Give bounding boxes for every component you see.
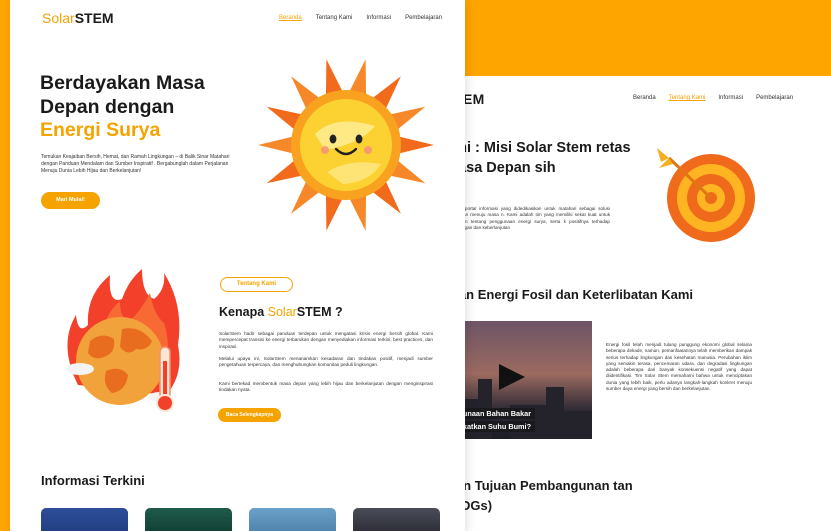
news-thumbnail[interactable] xyxy=(353,508,440,531)
logo-solar: Solar xyxy=(42,10,75,26)
latest-info-title: Informasi Terkini xyxy=(41,473,145,488)
home-page-card: SolarSTEM Beranda Tentang Kami Informasi… xyxy=(10,0,465,531)
read-more-button[interactable]: Baca Selengkapnya xyxy=(218,408,281,422)
back-nav-informasi[interactable]: Informasi xyxy=(718,95,743,101)
about-page-card: EM Beranda Tentang Kami Informasi Pembel… xyxy=(430,76,831,531)
back-nav-pembelajaran[interactable]: Pembelajaran xyxy=(756,95,793,101)
burning-earth-icon xyxy=(66,269,180,412)
about-paragraph-2: Melalui upaya ini, SolarStem menanamkan … xyxy=(219,356,433,368)
start-button[interactable]: Mari Mulai! xyxy=(41,192,100,209)
hero-title-line1: Berdayakan Masa xyxy=(40,72,205,94)
back-nav: Beranda Tentang Kami Informasi Pembelaja… xyxy=(633,95,793,101)
smiling-sun-icon xyxy=(258,59,434,231)
sdg-section-title: gan Tujuan Pembangunan tan (SDGs) xyxy=(448,478,633,513)
about-paragraph-3: Kami bertekad membentuk masa depan yang … xyxy=(219,381,433,393)
target-dart-icon xyxy=(657,148,755,242)
hero-title-line2: Depan dengan xyxy=(40,95,175,118)
news-thumbnail[interactable] xyxy=(249,508,336,531)
back-nav-beranda[interactable]: Beranda xyxy=(633,95,656,101)
nav-tentang-kami[interactable]: Tentang Kami xyxy=(316,15,353,21)
news-thumbnail[interactable] xyxy=(145,508,232,531)
logo-stem: STEM xyxy=(74,10,114,26)
main-nav: Beranda Tentang Kami Informasi Pembelaja… xyxy=(279,15,442,21)
hero-title-accent: Energi Surya xyxy=(40,119,161,141)
nav-pembelajaran[interactable]: Pembelajaran xyxy=(405,15,442,21)
building-silhouette xyxy=(562,411,592,439)
hero-description: Temukan Keajaiban Bersih, Hemat, dan Ram… xyxy=(41,154,230,174)
about-pill: Tentang Kami xyxy=(220,277,293,292)
mission-text: Stem, portal informasi yang didedikasika… xyxy=(450,206,610,230)
site-logo[interactable]: SolarSTEM xyxy=(42,10,114,26)
hero-title: Berdayakan Masa Depan dengan Energi Sury… xyxy=(40,72,205,143)
about-paragraph-1: SolarStem hadir sebagai panduan terdepan… xyxy=(219,331,433,349)
nav-informasi[interactable]: Informasi xyxy=(366,15,391,21)
mission-title: ami : Misi Solar Stem retas Masa Depan s… xyxy=(446,140,631,176)
about-title-pre: Kenapa xyxy=(219,305,268,319)
back-nav-tentang-kami[interactable]: Tentang Kami xyxy=(669,95,706,101)
play-icon[interactable] xyxy=(499,364,525,390)
nav-beranda[interactable]: Beranda xyxy=(279,15,302,21)
video-player[interactable]: ggunaan Bahan Bakar ngkatkan Suhu Bumi? xyxy=(450,321,592,439)
fossil-section-title: han Energi Fosil dan Keterlibatan Kami xyxy=(451,287,693,302)
news-thumbnail[interactable] xyxy=(41,508,128,531)
about-title-accent: Solar xyxy=(267,305,297,319)
back-logo[interactable]: EM xyxy=(463,91,485,107)
about-title: Kenapa SolarSTEM ? xyxy=(219,305,343,319)
about-title-post: STEM ? xyxy=(296,305,343,319)
fossil-text: Energi fosil telah menjadi tulang punggu… xyxy=(606,342,752,392)
